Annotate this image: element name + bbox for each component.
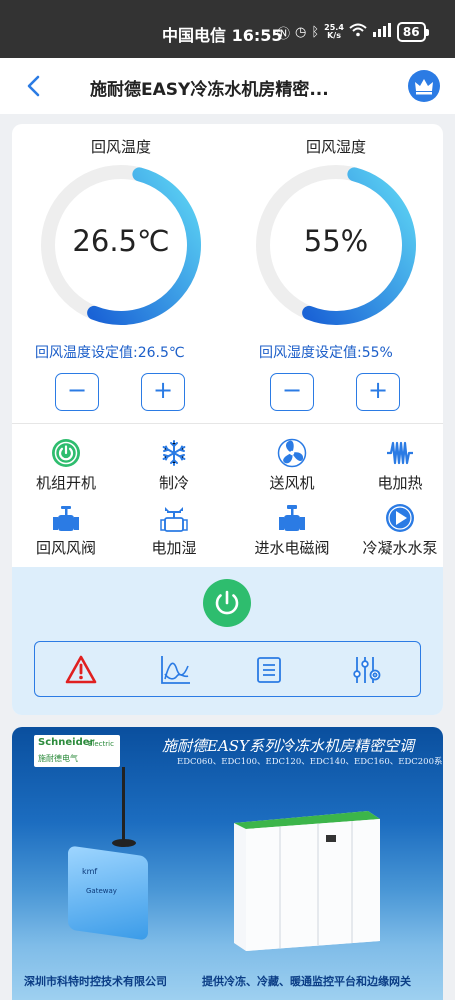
temp-setpoint: 回风温度设定值:26.5℃: [35, 345, 185, 361]
bluetooth-icon: ᛒ: [311, 24, 320, 40]
banner-models: EDC060、EDC100、EDC120、EDC140、EDC160、EDC20…: [177, 757, 443, 767]
antenna-base: [112, 839, 136, 847]
back-button[interactable]: [22, 72, 48, 100]
control-card: 回风温度 26.5℃ 回风温度设定值:26.5℃ − + 回风湿度 55% 回风…: [12, 124, 443, 715]
device-unit-on: 机组开机: [12, 438, 120, 493]
brand-sub-cn: 施耐德电气: [38, 754, 78, 763]
device-return-air-damper: 回风风阀: [12, 503, 120, 558]
device-label: 电加热: [377, 474, 423, 492]
brand-sub-en: Electric: [88, 740, 114, 748]
air-conditioner-unit: [234, 811, 380, 951]
nfc-icon: Ⓝ: [277, 26, 291, 42]
settings-button[interactable]: [351, 654, 383, 686]
battery-indicator: 86: [396, 22, 429, 42]
device-label: 回风风阀: [35, 539, 96, 557]
brand-name: Schneider: [38, 737, 95, 748]
device-label: 送风机: [269, 474, 315, 492]
status-icons: Ⓝ ◷ ᛒ 25.4 K/s 86: [277, 22, 429, 42]
net-speed-unit: K/s: [327, 31, 341, 40]
valve-icon: [53, 506, 79, 531]
promo-banner[interactable]: Schneider Electric 施耐德电气 施耐德EASY系列冷冻水机房精…: [12, 727, 443, 1000]
function-toolbar: [34, 641, 421, 697]
humidifier-icon: [160, 507, 188, 532]
solenoid-valve-icon: [279, 505, 305, 531]
temp-decrease-button[interactable]: −: [55, 373, 99, 411]
temp-increase-button[interactable]: +: [141, 373, 185, 411]
return-air-humidity-title: 回风湿度: [305, 138, 366, 156]
crown-icon: [415, 79, 433, 95]
humidity-decrease-button[interactable]: −: [270, 373, 314, 411]
list-icon: [257, 657, 281, 683]
net-speed: 25.4 K/s: [324, 24, 344, 40]
trend-chart-icon: [161, 656, 190, 684]
settings-sliders-icon: [353, 657, 381, 683]
alarm-clock-icon: ◷: [295, 24, 307, 40]
device-label: 机组开机: [35, 474, 96, 492]
signal-icon: [372, 23, 392, 41]
heater-icon: [387, 441, 413, 465]
humidity-increase-button[interactable]: +: [356, 373, 400, 411]
divider: [12, 423, 443, 424]
control-zone: [12, 567, 443, 715]
banner-company: 深圳市科特时控技术有限公司: [24, 975, 167, 988]
alarm-icon: [65, 655, 97, 684]
trend-button[interactable]: [159, 654, 191, 686]
device-electric-heater: 电加热: [346, 438, 443, 493]
status-bar: 中国电信 16:55 Ⓝ ◷ ᛒ 25.4 K/s 86: [0, 0, 455, 58]
gateway-brand: kmf: [82, 867, 98, 876]
list-button[interactable]: [253, 654, 285, 686]
device-label: 电加湿: [151, 539, 197, 557]
title-bar: 施耐德EASY冷冻水机房精密...: [0, 58, 455, 114]
power-button-icon: [215, 590, 239, 615]
antenna: [122, 767, 125, 845]
humidity-value: 55%: [303, 224, 369, 258]
banner-slogan: 提供冷冻、冷藏、暖通监控平台和边缘网关: [202, 975, 411, 988]
gateway-label: Gateway: [86, 887, 117, 895]
banner-title: 施耐德EASY系列冷冻水机房精密空调: [162, 737, 414, 755]
power-button[interactable]: [203, 579, 251, 627]
brand-logo: Schneider Electric 施耐德电气: [34, 735, 120, 767]
device-supply-fan: 送风机: [238, 438, 346, 493]
device-electric-humidifier: 电加湿: [120, 503, 228, 558]
fan-icon: [277, 438, 307, 468]
device-condensate-pump: 冷凝水水泵: [346, 503, 443, 558]
device-label: 制冷: [158, 474, 189, 492]
vip-button[interactable]: [408, 70, 440, 102]
device-label: 冷凝水水泵: [362, 539, 438, 557]
device-inlet-solenoid-valve: 进水电磁阀: [238, 503, 346, 558]
page-title: 施耐德EASY冷冻水机房精密...: [90, 80, 329, 100]
carrier-time: 中国电信 16:55: [162, 26, 283, 45]
wifi-icon: [349, 23, 367, 41]
device-label: 进水电磁阀: [254, 539, 330, 557]
power-on-icon: [52, 439, 80, 467]
pump-play-icon: [386, 504, 414, 532]
humidity-setpoint: 回风湿度设定值:55%: [259, 345, 393, 361]
device-cooling: 制冷: [120, 438, 228, 493]
snowflake-icon: [162, 440, 186, 466]
chevron-left-icon: [27, 75, 40, 97]
temp-value: 26.5℃: [72, 224, 170, 258]
return-air-temp-title: 回风温度: [90, 138, 151, 156]
alarm-button[interactable]: [65, 654, 97, 686]
